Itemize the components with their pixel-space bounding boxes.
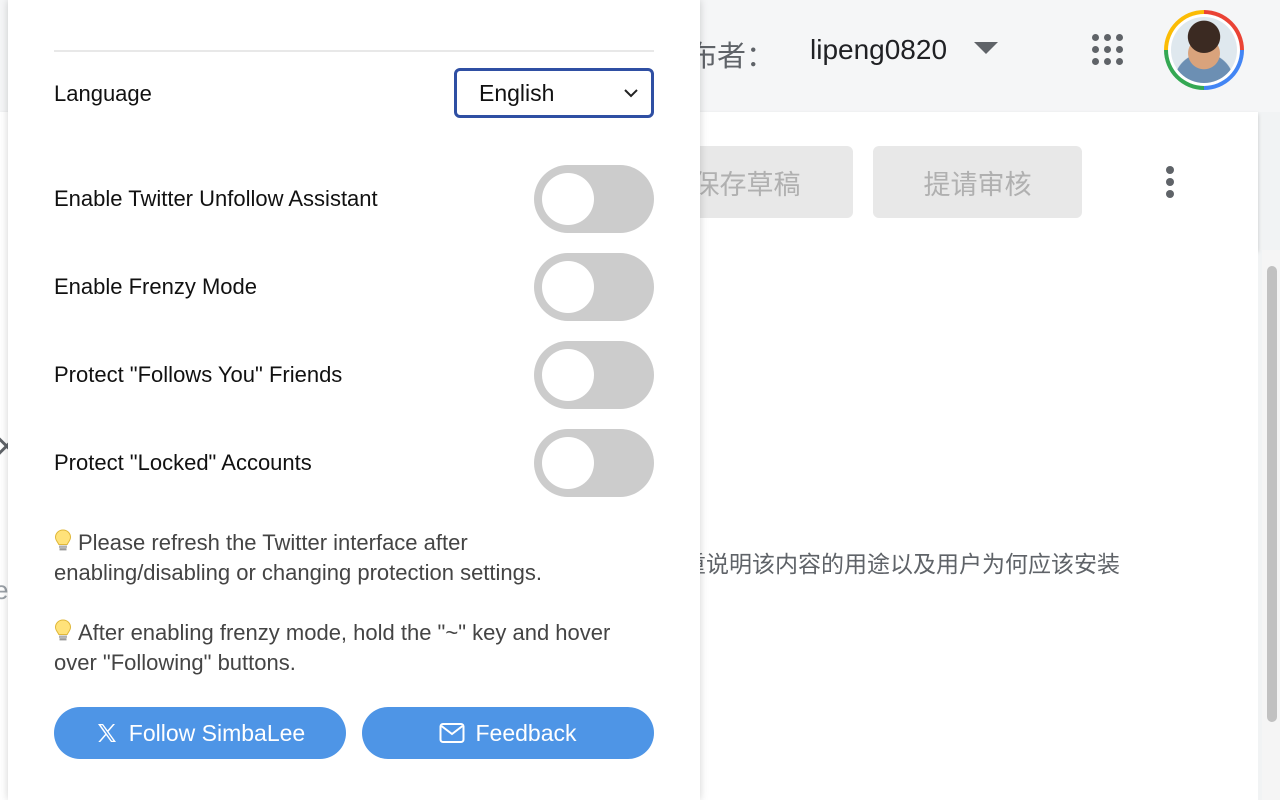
tip-refresh: Please refresh the Twitter interface aft… (54, 529, 542, 585)
feedback-button[interactable]: Feedback (362, 707, 654, 759)
mail-icon (439, 723, 465, 743)
toggle-unfollow-assistant[interactable] (534, 165, 654, 233)
language-label: Language (54, 81, 152, 106)
toggle-knob (542, 349, 594, 401)
lightbulb-icon (54, 529, 72, 551)
lightbulb-icon (54, 619, 72, 641)
setting-label-protect-follows-you: Protect "Follows You" Friends (54, 362, 343, 387)
setting-label-frenzy-mode: Enable Frenzy Mode (54, 274, 257, 299)
apps-grid-icon[interactable] (1090, 32, 1126, 68)
toggle-protect-locked[interactable] (534, 429, 654, 497)
scrollbar-thumb[interactable] (1267, 266, 1277, 722)
more-vertical-icon[interactable] (1160, 164, 1180, 200)
avatar-image (1171, 17, 1237, 83)
setting-label-unfollow-assistant: Enable Twitter Unfollow Assistant (54, 186, 378, 211)
setting-label-protect-locked: Protect "Locked" Accounts (54, 450, 312, 475)
feedback-button-label: Feedback (475, 719, 577, 746)
username-dropdown[interactable]: lipeng0820 (810, 34, 947, 66)
language-select[interactable]: English (454, 68, 654, 118)
toggle-knob (542, 173, 594, 225)
description-text: 着重说明该内容的用途以及用户为何应该安装 ， (660, 552, 1120, 608)
submit-review-button[interactable]: 提请审核 (873, 146, 1082, 218)
tip-frenzy: After enabling frenzy mode, hold the "~"… (54, 619, 611, 675)
toggle-frenzy-mode[interactable] (534, 253, 654, 321)
extension-popup: Language English Enable Twitter Unfollow… (8, 0, 700, 800)
follow-button-label: Follow SimbaLee (128, 719, 306, 746)
avatar[interactable] (1164, 10, 1244, 90)
toggle-knob (542, 437, 594, 489)
language-select-value: English (479, 79, 555, 106)
chevron-down-icon (624, 89, 638, 98)
publisher-label: 布者： (688, 39, 776, 73)
follow-button[interactable]: Follow SimbaLee (54, 707, 346, 759)
x-logo-icon (97, 724, 116, 742)
toggle-knob (542, 261, 594, 313)
caret-down-icon[interactable] (974, 42, 998, 54)
toggle-protect-follows-you[interactable] (534, 341, 654, 409)
divider (54, 50, 654, 52)
